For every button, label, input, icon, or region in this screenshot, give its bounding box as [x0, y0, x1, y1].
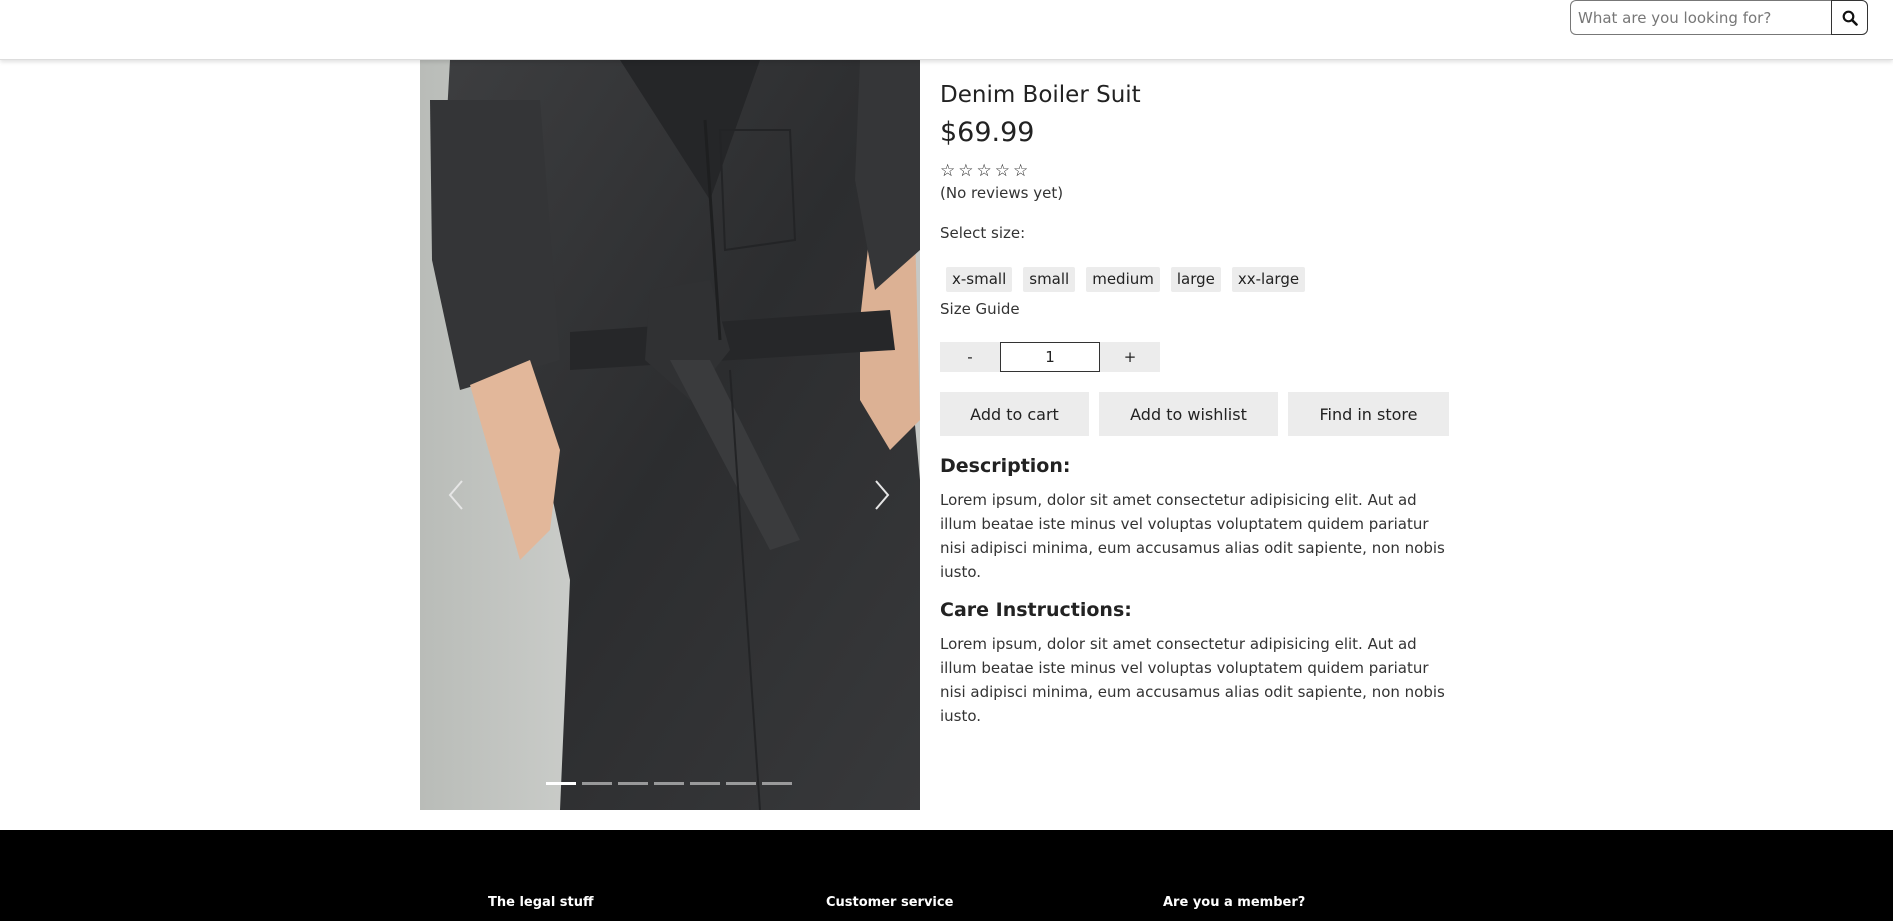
carousel-indicator[interactable]	[654, 782, 684, 785]
search-icon	[1842, 10, 1858, 26]
product-image-carousel[interactable]	[420, 60, 920, 810]
star-outline-icon[interactable]: ☆	[995, 162, 1010, 180]
size-guide-link[interactable]: Size Guide	[940, 300, 1020, 318]
product-actions: Add to cart Add to wishlist Find in stor…	[940, 392, 1449, 436]
size-option-large[interactable]: large	[1170, 267, 1221, 292]
carousel-indicators	[546, 782, 792, 785]
care-instructions-heading: Care Instructions:	[940, 599, 1132, 621]
quantity-stepper: - +	[940, 342, 1160, 372]
star-outline-icon[interactable]: ☆	[940, 162, 955, 180]
search-bar	[1570, 0, 1868, 35]
carousel-indicator[interactable]	[726, 782, 756, 785]
carousel-indicator[interactable]	[690, 782, 720, 785]
find-in-store-button[interactable]: Find in store	[1288, 392, 1449, 436]
carousel-indicator[interactable]	[582, 782, 612, 785]
rating-stars[interactable]: ☆ ☆ ☆ ☆ ☆	[940, 162, 1028, 180]
carousel-indicator[interactable]	[546, 782, 576, 785]
carousel-indicator[interactable]	[762, 782, 792, 785]
product-price: $69.99	[940, 117, 1035, 148]
star-outline-icon[interactable]: ☆	[958, 162, 973, 180]
product-title: Denim Boiler Suit	[940, 82, 1141, 108]
carousel-prev-button[interactable]	[446, 478, 466, 512]
description-heading: Description:	[940, 455, 1071, 477]
search-input[interactable]	[1570, 0, 1831, 35]
chevron-left-icon	[448, 480, 463, 510]
description-text: Lorem ipsum, dolor sit amet consectetur …	[940, 491, 1445, 581]
product-photo	[420, 60, 920, 810]
footer-heading-legal[interactable]: The legal stuff	[488, 895, 594, 910]
carousel-indicator[interactable]	[618, 782, 648, 785]
size-option-small[interactable]: small	[1023, 267, 1076, 292]
site-footer: The legal stuff Customer service Are you…	[0, 830, 1893, 921]
quantity-decrement-button[interactable]: -	[940, 342, 1000, 372]
quantity-increment-button[interactable]: +	[1100, 342, 1160, 372]
star-outline-icon[interactable]: ☆	[977, 162, 992, 180]
size-options: x-small small medium large xx-large	[946, 267, 1306, 292]
site-header	[0, 0, 1893, 60]
search-button[interactable]	[1831, 0, 1868, 35]
quantity-input[interactable]	[1000, 342, 1100, 372]
footer-heading-customer-service[interactable]: Customer service	[826, 895, 953, 910]
star-outline-icon[interactable]: ☆	[1013, 162, 1028, 180]
size-option-x-small[interactable]: x-small	[946, 267, 1013, 292]
care-instructions-text: Lorem ipsum, dolor sit amet consectetur …	[940, 635, 1445, 725]
size-option-xx-large[interactable]: xx-large	[1231, 267, 1306, 292]
footer-heading-membership[interactable]: Are you a member?	[1163, 895, 1305, 910]
select-size-label: Select size:	[940, 224, 1026, 242]
add-to-cart-button[interactable]: Add to cart	[940, 392, 1089, 436]
carousel-next-button[interactable]	[872, 478, 892, 512]
size-option-medium[interactable]: medium	[1086, 267, 1160, 292]
chevron-right-icon	[875, 480, 890, 510]
add-to-wishlist-button[interactable]: Add to wishlist	[1099, 392, 1278, 436]
reviews-count: (No reviews yet)	[940, 184, 1064, 202]
